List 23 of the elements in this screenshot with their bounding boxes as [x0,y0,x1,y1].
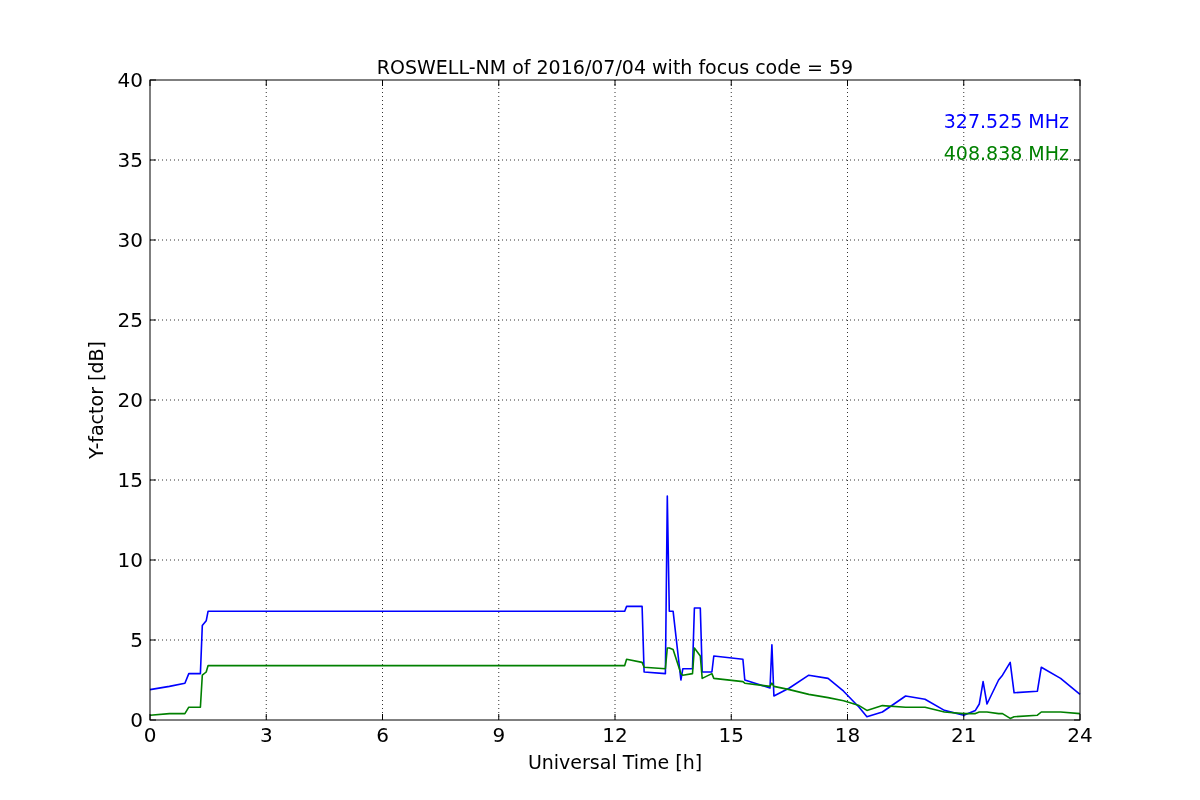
tick-label: 30 [117,228,143,252]
tick-label: 15 [718,723,744,747]
tick-label: 40 [117,68,143,92]
tick-label: 6 [376,723,389,747]
tick-label: 10 [117,548,143,572]
tick-label: 25 [117,308,143,332]
axis-label: Y-factor [dB] [85,341,107,459]
legend-label: 327.525 MHz [943,110,1069,132]
tick-label: 15 [117,468,143,492]
tick-label: 20 [117,388,143,412]
tick-label: 21 [951,723,977,747]
tick-label: 24 [1067,723,1093,747]
legend-label: 408.838 MHz [943,142,1069,164]
axis-label: Universal Time [h] [527,751,703,773]
tick-label: 3 [259,723,273,747]
tick-label: 35 [117,148,143,172]
tick-label: 0 [130,708,143,732]
tick-label: 0 [143,723,157,747]
tick-label: 9 [492,723,506,747]
tick-label: 18 [834,723,861,747]
chart-title: ROSWELL-NM of 2016/07/04 with focus code = 59 [376,56,854,78]
tick-label: 5 [130,628,143,652]
tick-label: 12 [602,723,628,747]
